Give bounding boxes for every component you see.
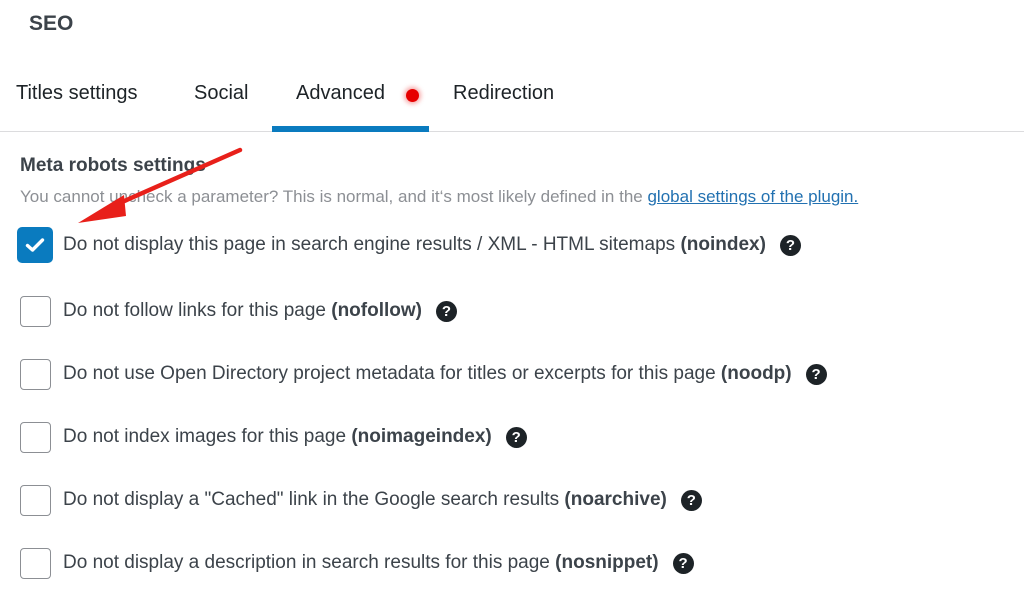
option-noarchive: Do not display a "Cached" link in the Go…: [20, 483, 702, 517]
noodp-checkbox[interactable]: [20, 358, 51, 390]
tab-titles-settings[interactable]: Titles settings: [16, 82, 138, 105]
tab-redirection[interactable]: Redirection: [453, 82, 554, 105]
help-icon[interactable]: ?: [672, 552, 694, 574]
option-label: Do not display this page in search engin…: [63, 234, 766, 255]
help-icon[interactable]: ?: [779, 234, 801, 256]
help-icon[interactable]: ?: [505, 426, 527, 448]
help-icon[interactable]: ?: [436, 300, 457, 322]
option-nosnippet: Do not display a description in search r…: [20, 546, 694, 580]
nofollow-checkbox[interactable]: [20, 295, 51, 327]
noimageindex-checkbox[interactable]: [20, 421, 51, 453]
help-icon[interactable]: ?: [680, 489, 702, 511]
tab-advanced[interactable]: Advanced: [296, 82, 385, 105]
section-title: Meta robots settings: [20, 155, 206, 176]
option-noodp: Do not use Open Directory project metada…: [20, 357, 827, 391]
noarchive-checkbox[interactable]: [20, 484, 51, 516]
tab-social[interactable]: Social: [194, 82, 248, 105]
option-label: Do not display a description in search r…: [63, 552, 659, 573]
page-title: SEO: [29, 12, 74, 35]
checkmark-icon: [25, 238, 45, 252]
option-label: Do not use Open Directory project metada…: [63, 363, 792, 384]
help-icon[interactable]: ?: [805, 363, 827, 385]
option-label: Do not display a "Cached" link in the Go…: [63, 489, 667, 510]
active-tab-indicator: [272, 126, 429, 132]
tab-bar: Titles settings Social Advanced Redirect…: [0, 62, 1024, 132]
nosnippet-checkbox[interactable]: [20, 547, 51, 579]
global-settings-link[interactable]: global settings of the plugin.: [647, 187, 858, 206]
option-label: Do not follow links for this page (nofol…: [63, 300, 422, 321]
option-noindex: Do not display this page in search engin…: [17, 227, 801, 263]
description-text: You cannot uncheck a parameter? This is …: [20, 187, 648, 206]
noindex-checkbox[interactable]: [17, 227, 53, 263]
section-description: You cannot uncheck a parameter? This is …: [20, 187, 858, 207]
option-noimageindex: Do not index images for this page (noima…: [20, 420, 527, 454]
notification-dot-icon: [406, 89, 419, 102]
option-nofollow: Do not follow links for this page (nofol…: [20, 294, 457, 328]
option-label: Do not index images for this page (noima…: [63, 426, 492, 447]
